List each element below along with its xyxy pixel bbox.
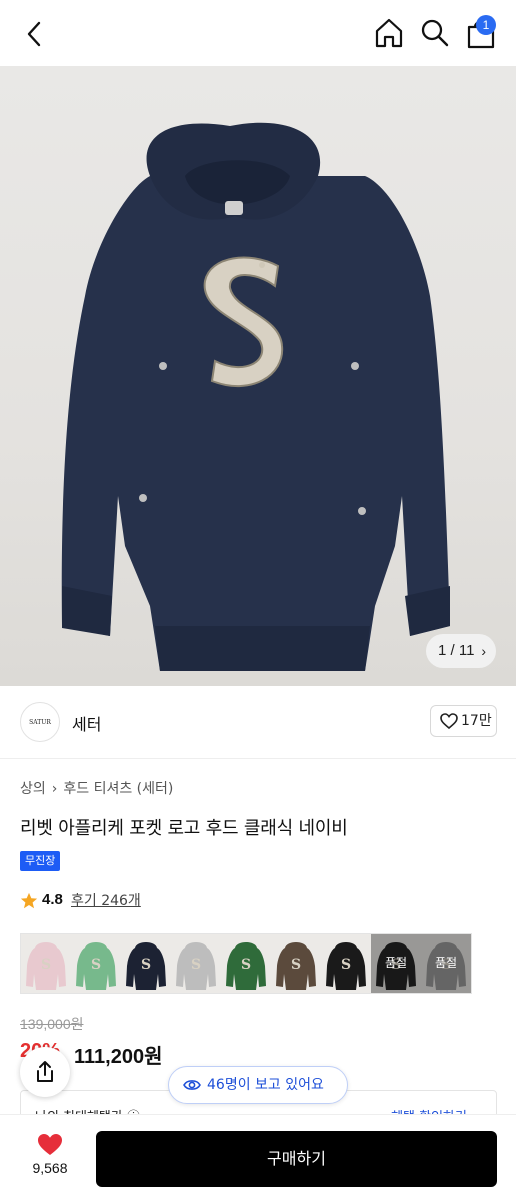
color-swatches: S S S S S S S S 품절 S 품절	[20, 933, 472, 994]
sold-out-overlay: 품절	[371, 934, 421, 993]
top-app-bar: 1	[0, 0, 516, 66]
color-swatch[interactable]: S	[321, 934, 371, 993]
shipping-badge: 무진장	[20, 851, 61, 871]
brand-like-button[interactable]: 17만	[430, 705, 497, 737]
swatch-hoodie-image: S	[321, 934, 371, 993]
viewers-toast: 46명이 보고 있어요	[168, 1066, 348, 1104]
swatch-hoodie-image: S	[221, 934, 271, 993]
color-swatch[interactable]: S	[171, 934, 221, 993]
svg-text:S: S	[191, 957, 201, 973]
review-count-link[interactable]: 후기 246개	[71, 890, 141, 910]
brand-like-count: 17만	[461, 713, 492, 729]
breadcrumb: 상의 › 후드 티셔츠 (세터)	[20, 778, 179, 798]
color-swatch[interactable]: S 품절	[371, 934, 421, 993]
image-counter[interactable]: 1 / 11 ›	[426, 634, 496, 668]
swatch-hoodie-image: S	[271, 934, 321, 993]
color-swatch[interactable]: S	[21, 934, 71, 993]
svg-text:S: S	[91, 957, 101, 973]
color-swatch[interactable]: S	[221, 934, 271, 993]
chevron-right-icon: ›	[51, 781, 58, 797]
share-icon	[37, 1061, 53, 1082]
swatch-hoodie-image: S	[171, 934, 221, 993]
color-swatch[interactable]: S	[71, 934, 121, 993]
hoodie-illustration	[61, 122, 451, 671]
chevron-right-icon: ›	[481, 643, 486, 659]
color-swatch[interactable]: S	[121, 934, 171, 993]
original-price: 139,000원	[20, 1016, 84, 1032]
brand-name[interactable]: 세터	[72, 711, 101, 735]
color-swatch[interactable]: S 품절	[421, 934, 471, 993]
eye-icon	[183, 1080, 201, 1090]
svg-text:S: S	[141, 957, 151, 973]
image-counter-text: 1 / 11	[438, 642, 475, 659]
swatch-hoodie-image: S	[71, 934, 121, 993]
rating-value: 4.8	[42, 891, 63, 908]
breadcrumb-item[interactable]: 상의	[20, 781, 46, 797]
color-swatch[interactable]: S	[271, 934, 321, 993]
heart-outline-icon	[440, 713, 458, 729]
viewers-text: 46명이 보고 있어요	[207, 1077, 324, 1093]
svg-text:S: S	[341, 957, 351, 973]
home-icon[interactable]	[372, 16, 406, 50]
svg-text:S: S	[41, 957, 51, 973]
swatch-hoodie-image: S	[121, 934, 171, 993]
sale-price: 111,200원	[74, 1046, 163, 1068]
sold-out-overlay: 품절	[421, 934, 471, 993]
favorite-count: 9,568	[32, 1160, 68, 1176]
swatch-hoodie-image: S	[21, 934, 71, 993]
divider	[0, 758, 516, 759]
back-arrow-icon[interactable]	[18, 18, 50, 50]
product-title: 리벳 아플리케 포켓 로고 후드 클래식 네이비	[20, 818, 348, 839]
product-image[interactable]	[0, 66, 516, 686]
svg-text:S: S	[241, 957, 251, 973]
buy-button[interactable]: 구매하기	[96, 1131, 497, 1187]
share-button[interactable]	[20, 1047, 70, 1097]
svg-text:S: S	[291, 957, 301, 973]
breadcrumb-item[interactable]: 후드 티셔츠 (세터)	[63, 781, 173, 797]
bottom-action-bar: 9,568 구매하기	[0, 1114, 516, 1200]
brand-logo[interactable]: SATUR	[20, 702, 60, 742]
favorite-button[interactable]: 9,568	[24, 1133, 76, 1176]
heart-filled-icon	[38, 1134, 62, 1155]
star-icon	[20, 892, 38, 909]
cart-count-badge: 1	[476, 15, 496, 35]
search-icon[interactable]	[418, 16, 450, 48]
